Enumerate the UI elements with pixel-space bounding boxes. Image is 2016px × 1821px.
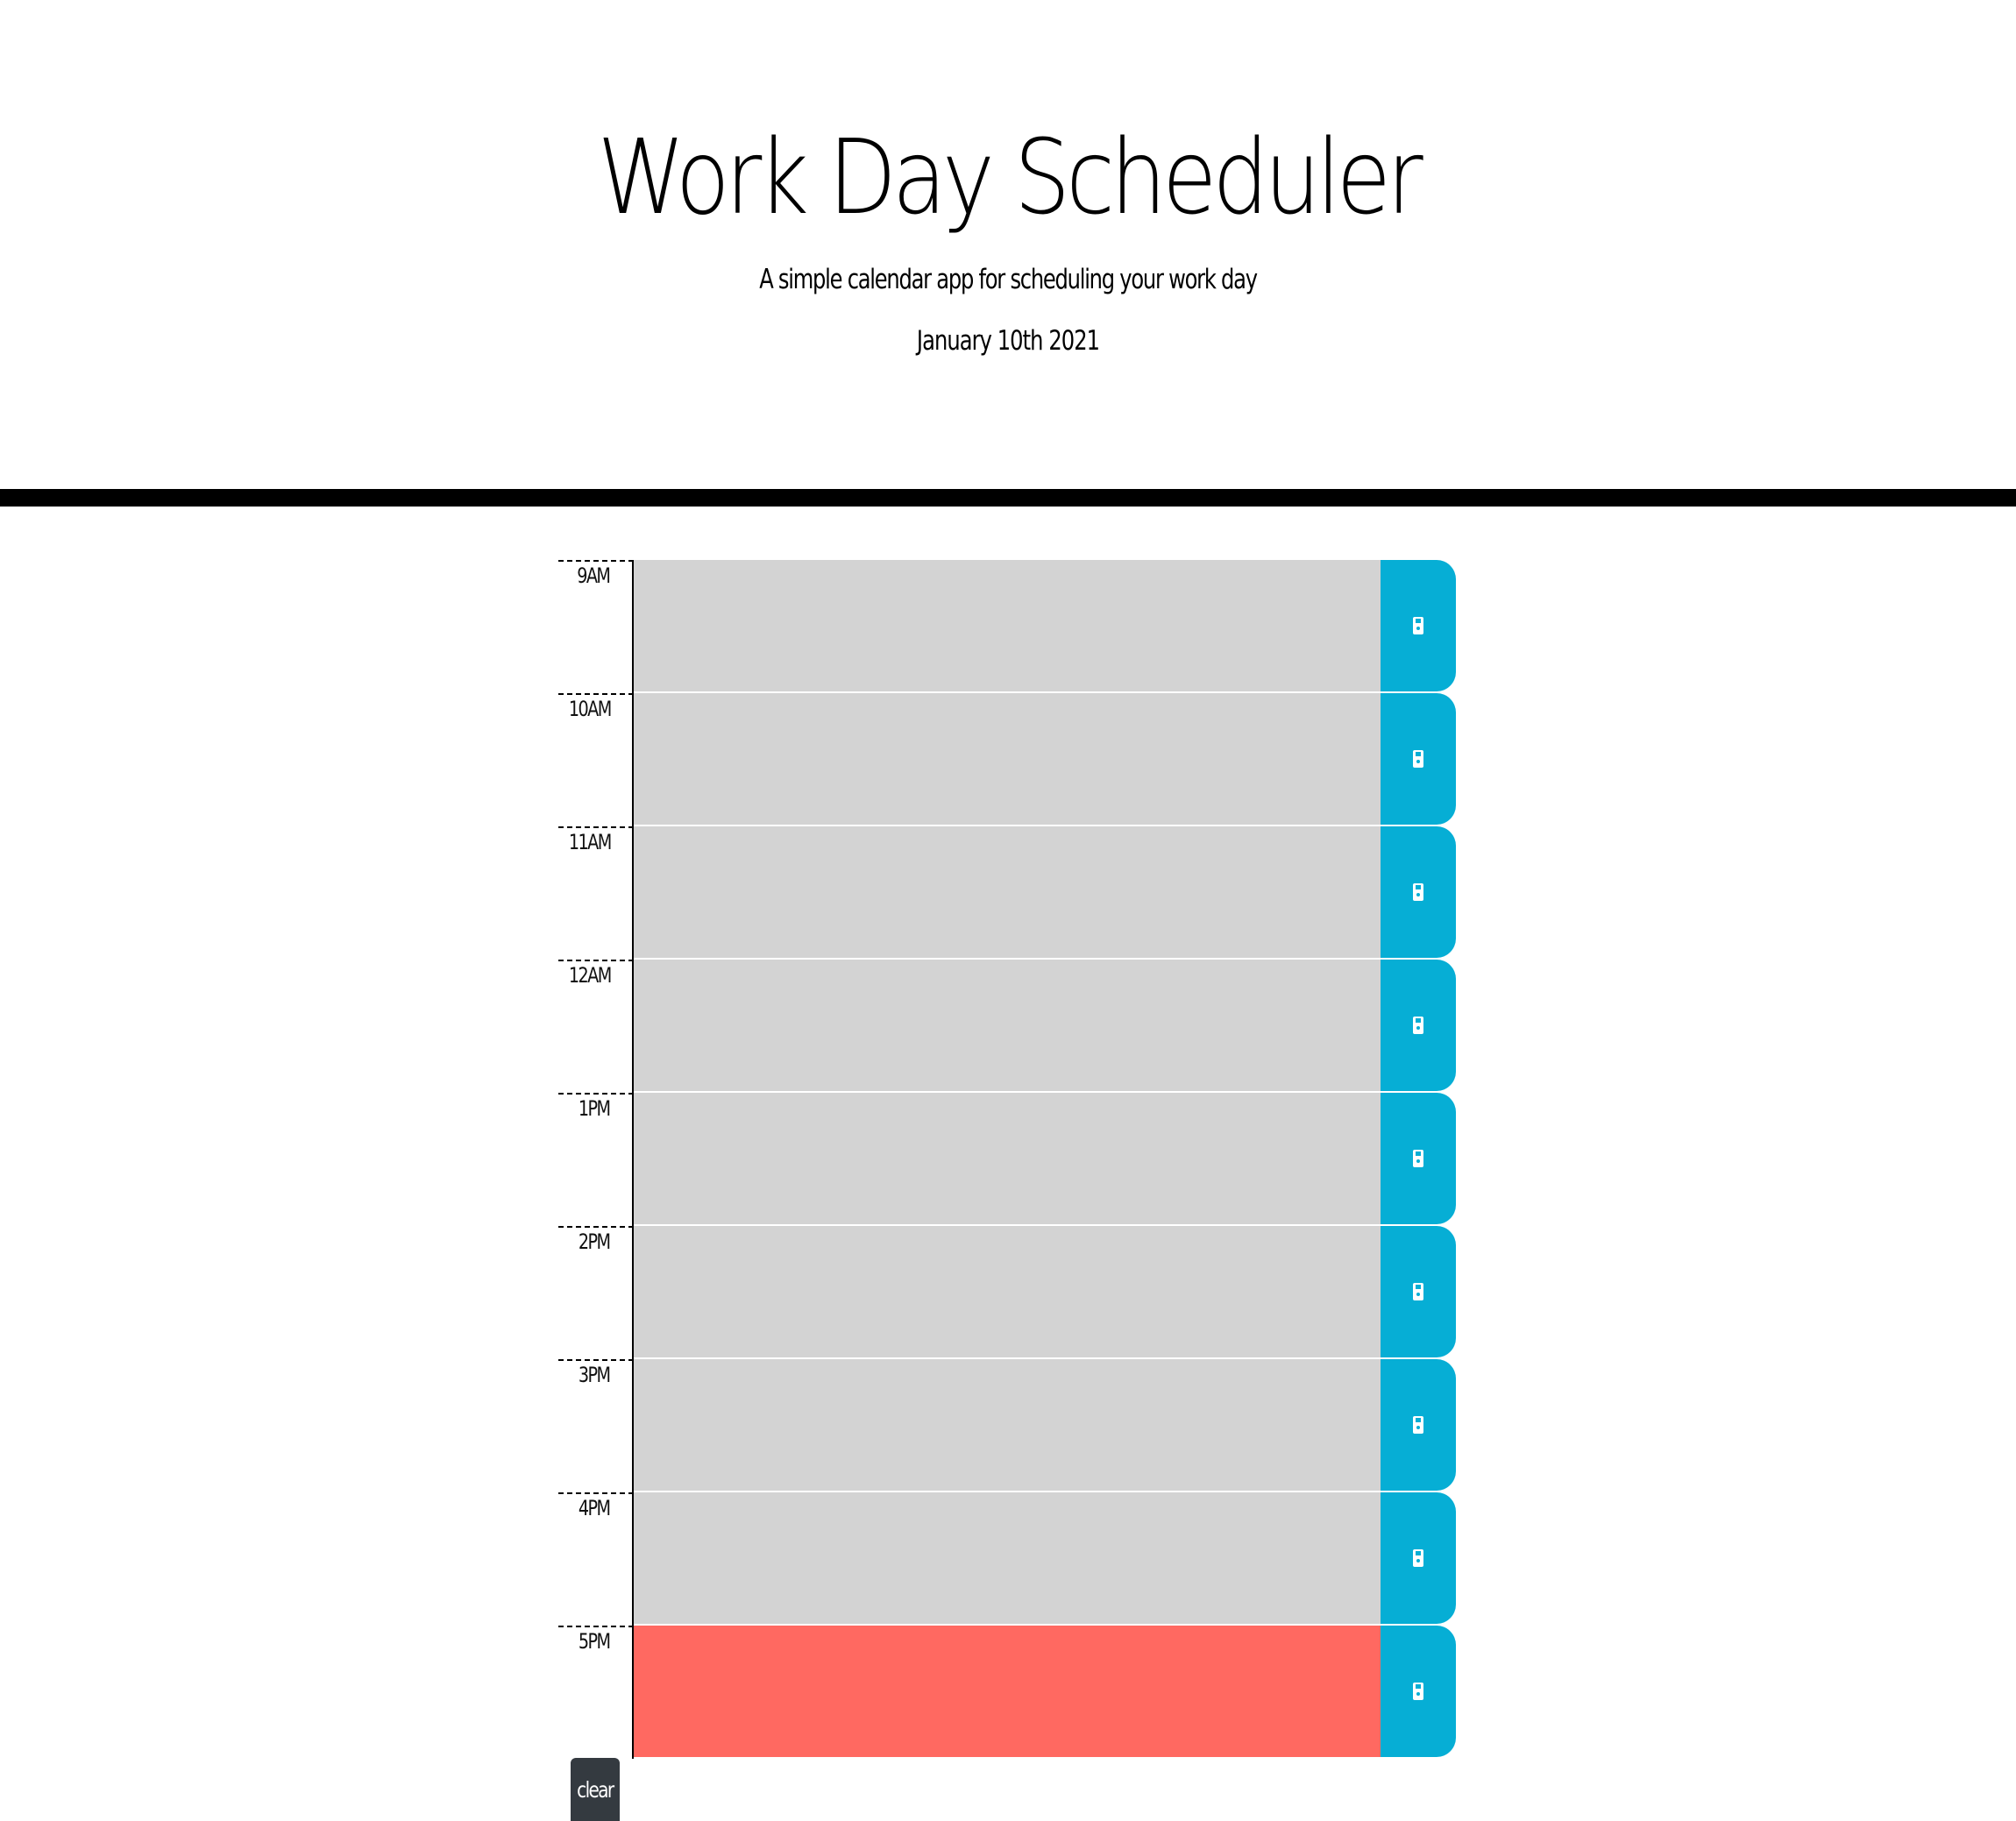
hour-label-text: 2PM — [578, 1229, 610, 1254]
time-block-row: 11AM — [558, 826, 1456, 960]
save-icon — [1413, 883, 1423, 901]
time-block-row: 4PM — [558, 1492, 1456, 1626]
hour-label: 4PM — [558, 1492, 634, 1626]
page-title: Work Day Scheduler — [597, 117, 1423, 237]
event-description-input[interactable] — [634, 960, 1381, 1093]
current-day: January 10th 2021 — [916, 325, 1100, 357]
hour-label: 1PM — [558, 1093, 634, 1226]
hour-label-text: 4PM — [578, 1496, 610, 1520]
time-block-row: 1PM — [558, 1093, 1456, 1226]
event-description-input[interactable] — [634, 1226, 1381, 1359]
hour-label-text: 1PM — [578, 1096, 610, 1121]
save-icon — [1413, 750, 1423, 768]
hour-label: 11AM — [558, 826, 634, 960]
hour-label-text: 3PM — [578, 1363, 610, 1387]
event-description-input[interactable] — [634, 1492, 1381, 1626]
save-button[interactable] — [1381, 1093, 1456, 1224]
time-block-row: 3PM — [558, 1359, 1456, 1492]
hour-label-text: 12AM — [568, 963, 612, 988]
event-description-input[interactable] — [634, 1359, 1381, 1492]
event-description-input[interactable] — [634, 826, 1381, 960]
hour-label-text: 11AM — [568, 830, 612, 854]
save-button[interactable] — [1381, 1226, 1456, 1357]
hour-label: 12AM — [558, 960, 634, 1093]
schedule-container: 9AM 10AM 11AM 12AM 1PM 2PM 3PM 4PM 5PM — [558, 560, 1456, 1759]
event-description-input[interactable] — [634, 1626, 1381, 1759]
save-button[interactable] — [1381, 693, 1456, 825]
time-block-row: 5PM — [558, 1626, 1456, 1759]
save-icon — [1413, 1683, 1423, 1700]
save-button[interactable] — [1381, 1626, 1456, 1757]
save-icon — [1413, 1283, 1423, 1300]
hour-label-text: 10AM — [568, 697, 612, 721]
save-button[interactable] — [1381, 1492, 1456, 1624]
hour-label-text: 5PM — [578, 1629, 610, 1654]
save-icon — [1413, 1150, 1423, 1167]
hour-label: 5PM — [558, 1626, 634, 1759]
page-subtitle: A simple calendar app for scheduling you… — [759, 264, 1258, 295]
event-description-input[interactable] — [634, 560, 1381, 693]
time-block-row: 9AM — [558, 560, 1456, 693]
save-icon — [1413, 1017, 1423, 1034]
event-description-input[interactable] — [634, 1093, 1381, 1226]
save-icon — [1413, 1416, 1423, 1434]
header: Work Day Scheduler A simple calendar app… — [0, 0, 2016, 507]
save-icon — [1413, 617, 1423, 634]
hour-label: 10AM — [558, 693, 634, 826]
time-block-row: 12AM — [558, 960, 1456, 1093]
hour-label-text: 9AM — [576, 563, 611, 588]
clear-button-label: clear — [577, 1776, 614, 1803]
hour-label: 2PM — [558, 1226, 634, 1359]
save-icon — [1413, 1549, 1423, 1567]
event-description-input[interactable] — [634, 693, 1381, 826]
save-button[interactable] — [1381, 560, 1456, 691]
clear-button[interactable]: clear — [571, 1758, 620, 1821]
hour-label: 3PM — [558, 1359, 634, 1492]
time-block-row: 2PM — [558, 1226, 1456, 1359]
save-button[interactable] — [1381, 1359, 1456, 1491]
save-button[interactable] — [1381, 826, 1456, 958]
save-button[interactable] — [1381, 960, 1456, 1091]
time-block-row: 10AM — [558, 693, 1456, 826]
hour-label: 9AM — [558, 560, 634, 693]
